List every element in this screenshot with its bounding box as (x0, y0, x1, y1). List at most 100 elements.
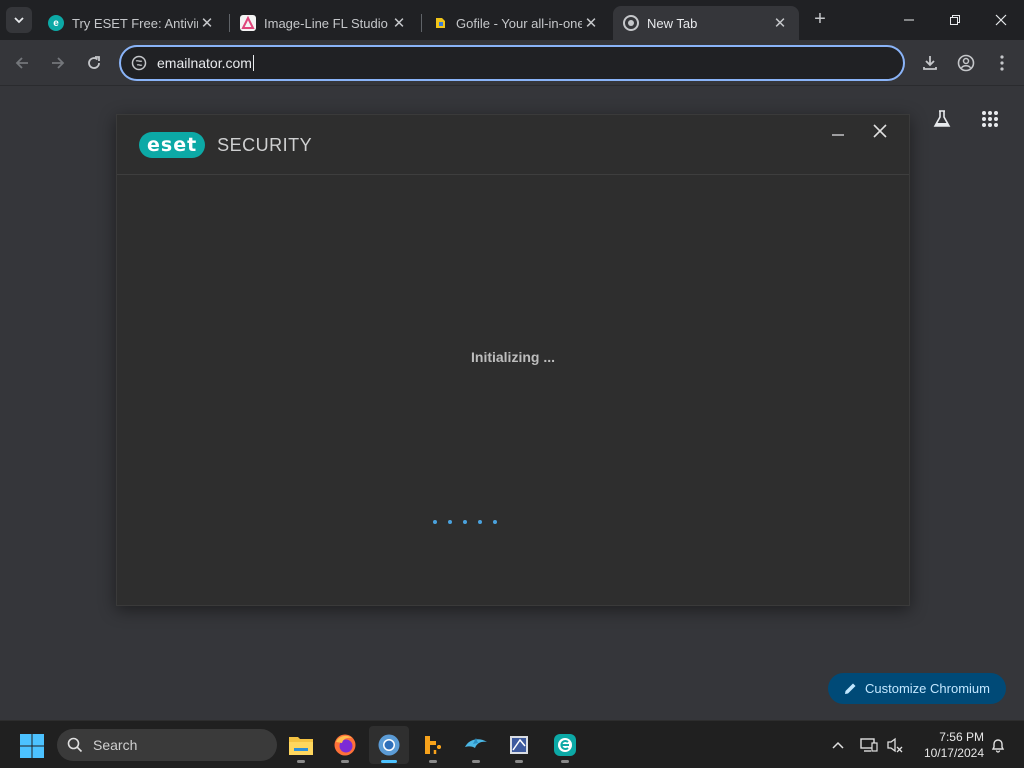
menu-button[interactable] (988, 49, 1016, 77)
file-explorer-icon (289, 737, 313, 755)
chromium-icon (623, 15, 639, 31)
tab-image-line[interactable]: Image-Line FL Studio F ✕ (230, 6, 418, 40)
clock-time: 7:56 PM (939, 730, 984, 744)
taskbar-chromium[interactable] (369, 726, 409, 764)
customize-label: Customize Chromium (865, 681, 990, 696)
loading-dot (433, 520, 437, 524)
clock-date: 10/17/2024 (923, 746, 984, 760)
taskbar-fl-studio[interactable] (413, 726, 453, 764)
tab-search-button[interactable] (6, 7, 32, 33)
running-indicator (515, 760, 523, 763)
close-icon (995, 14, 1007, 26)
loading-dot (493, 520, 497, 524)
eset-product-name: SECURITY (217, 134, 313, 155)
taskbar-firefox[interactable] (325, 726, 365, 764)
reload-icon (88, 56, 100, 69)
notifications-button[interactable] (986, 731, 1010, 759)
running-indicator (381, 760, 397, 763)
dolphin-emulator-icon (465, 738, 487, 748)
arrow-left-icon (15, 57, 28, 69)
loading-dot (463, 520, 467, 524)
eset-close-button[interactable] (869, 121, 891, 143)
app-icon (510, 736, 528, 754)
gofile-icon (432, 15, 448, 31)
address-bar[interactable]: emailnator.com (119, 45, 905, 81)
loading-dot (478, 520, 482, 524)
labs-button[interactable] (929, 106, 955, 132)
network-button[interactable] (857, 731, 881, 759)
account-icon (957, 54, 975, 72)
minimize-icon (832, 134, 844, 136)
windows-taskbar: Search 7:56 PM 10/17/2024 (0, 720, 1024, 768)
taskbar-app[interactable] (499, 726, 539, 764)
profile-button[interactable] (952, 49, 980, 77)
minimize-window-button[interactable] (886, 0, 932, 40)
network-icon (860, 738, 878, 752)
eset-e-icon: e (48, 15, 64, 31)
downloads-button[interactable] (916, 49, 944, 77)
close-window-button[interactable] (978, 0, 1024, 40)
running-indicator (341, 760, 349, 763)
restore-icon (950, 15, 960, 25)
running-indicator (472, 760, 480, 763)
apps-button[interactable] (977, 106, 1003, 132)
volume-button[interactable] (883, 731, 907, 759)
tab-gofile[interactable]: Gofile - Your all-in-one ✕ (422, 6, 610, 40)
pencil-icon (844, 682, 857, 695)
eset-brand-badge: eset (139, 132, 206, 158)
eset-header: eset SECURITY (117, 115, 909, 175)
tab-eset[interactable]: e Try ESET Free: Antivirus ✕ (38, 6, 226, 40)
tab-title: Image-Line FL Studio F (264, 15, 390, 31)
apps-grid-icon (982, 111, 998, 127)
text-cursor (252, 55, 254, 71)
firefox-icon (334, 734, 356, 756)
close-tab-icon[interactable]: ✕ (771, 14, 789, 32)
show-hidden-icons-button[interactable] (826, 731, 850, 759)
close-tab-icon[interactable]: ✕ (198, 14, 216, 32)
bell-icon (991, 739, 1005, 753)
taskbar-clock[interactable]: 7:56 PM 10/17/2024 (910, 729, 984, 761)
customize-chromium-button[interactable]: Customize Chromium (828, 673, 1006, 704)
flask-icon (933, 110, 951, 127)
eset-minimize-button[interactable] (829, 125, 847, 143)
image-line-icon (240, 15, 256, 31)
tab-title: Try ESET Free: Antivirus (72, 15, 198, 31)
restore-window-button[interactable] (932, 0, 978, 40)
taskbar-dolphin[interactable] (456, 726, 496, 764)
tab-strip: e Try ESET Free: Antivirus ✕ Image-Line … (0, 0, 1024, 40)
back-button[interactable] (8, 49, 36, 77)
eset-logo: eset SECURITY (139, 132, 312, 158)
address-bar-input[interactable]: emailnator.com (157, 55, 254, 71)
initializing-status: Initializing ... (471, 349, 555, 365)
close-icon (873, 124, 887, 138)
taskbar-file-explorer[interactable] (281, 726, 321, 764)
chromium-icon (378, 734, 400, 756)
browser-toolbar: emailnator.com (0, 40, 1024, 86)
chevron-up-icon (832, 741, 844, 749)
fl-studio-icon (425, 736, 441, 754)
tab-new-tab[interactable]: New Tab ✕ (613, 6, 799, 40)
running-indicator (561, 760, 569, 763)
kebab-menu-icon (1000, 55, 1004, 71)
close-tab-icon[interactable]: ✕ (390, 14, 408, 32)
taskbar-search[interactable]: Search (57, 729, 277, 761)
tab-title: New Tab (647, 15, 698, 31)
reload-button[interactable] (80, 49, 108, 77)
start-button[interactable] (19, 733, 45, 759)
eset-icon (554, 734, 576, 756)
site-info-icon[interactable] (130, 54, 148, 72)
minimize-icon (904, 19, 914, 21)
eset-security-window: eset SECURITY Initializing ... (116, 114, 910, 606)
download-icon (923, 56, 937, 70)
taskbar-eset[interactable] (545, 726, 585, 764)
tab-title: Gofile - Your all-in-one (456, 15, 582, 31)
arrow-right-icon (52, 57, 65, 69)
running-indicator (297, 760, 305, 763)
loading-dot (448, 520, 452, 524)
volume-muted-icon (887, 737, 903, 753)
close-tab-icon[interactable]: ✕ (582, 14, 600, 32)
search-icon (67, 737, 83, 753)
new-tab-button[interactable]: + (808, 8, 832, 32)
running-indicator (429, 760, 437, 763)
forward-button[interactable] (44, 49, 72, 77)
